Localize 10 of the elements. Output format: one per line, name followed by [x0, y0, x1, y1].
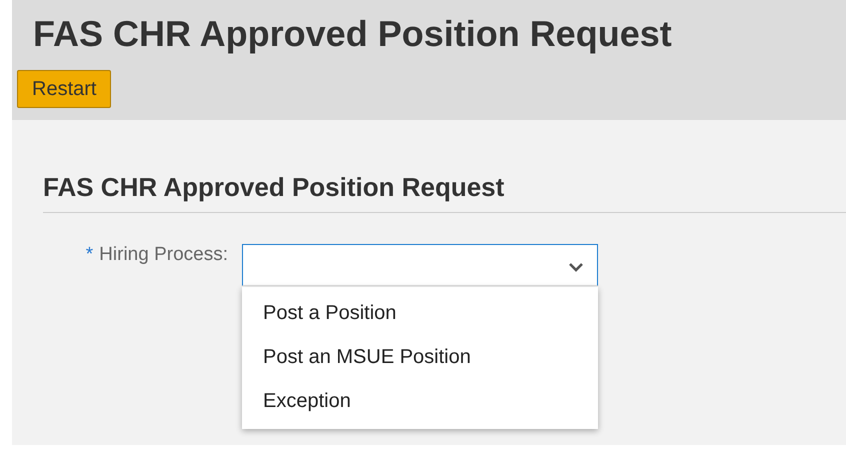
chevron-down-icon	[568, 262, 584, 272]
dropdown-option[interactable]: Post a Position	[242, 291, 598, 335]
restart-button[interactable]: Restart	[17, 70, 112, 108]
required-mark: *	[86, 244, 94, 267]
hiring-process-select[interactable]	[242, 244, 598, 286]
dropdown-option[interactable]: Post an MSUE Position	[242, 335, 598, 379]
dropdown-option[interactable]: Exception	[242, 379, 598, 423]
section-title: FAS CHR Approved Position Request	[43, 171, 506, 204]
page-title: FAS CHR Approved Position Request	[33, 12, 672, 56]
field-label: Hiring Process:	[99, 244, 228, 267]
